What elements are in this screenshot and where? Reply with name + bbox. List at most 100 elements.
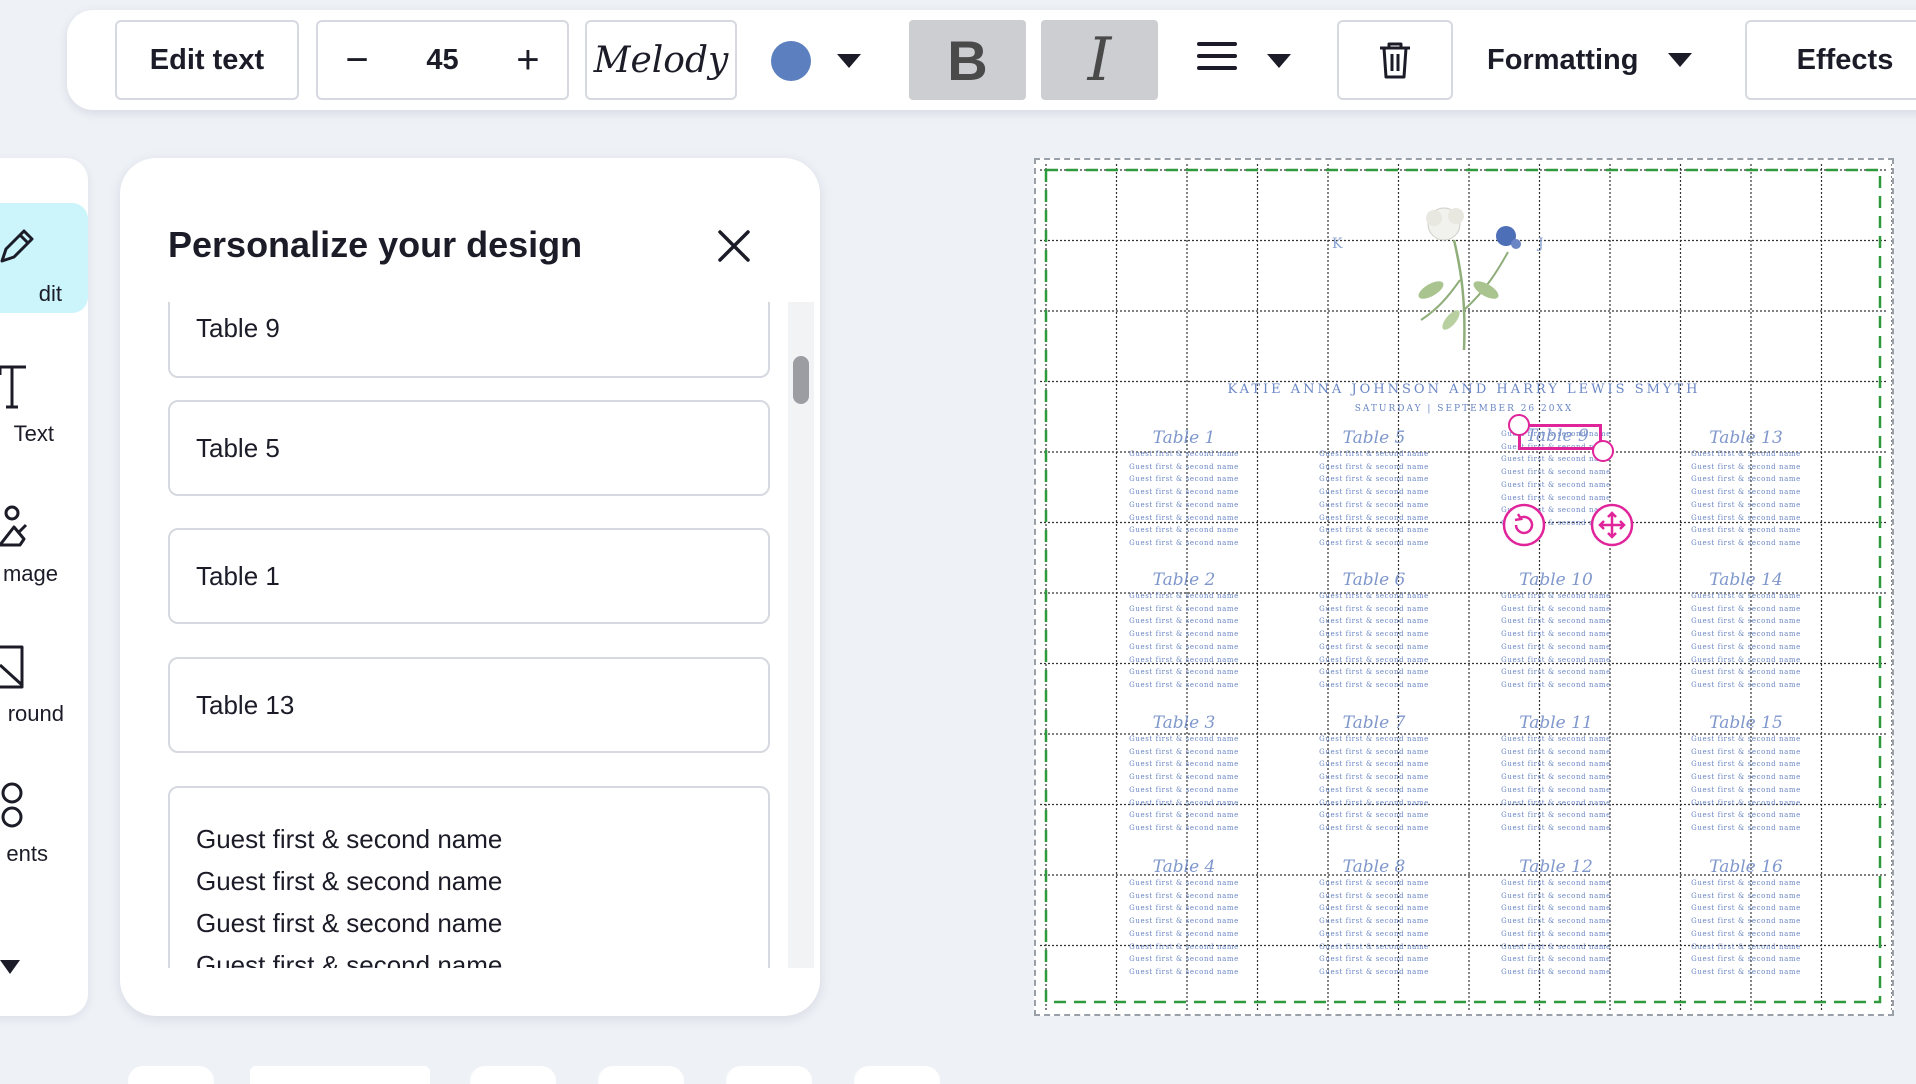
pencil-icon: [0, 229, 34, 263]
guest-name-line: Guest first & second name: [1129, 604, 1239, 613]
table-block[interactable]: Table 1 Guest first & second name Guest fi…: [1124, 428, 1244, 550]
guest-name-line: Guest first & second name: [1129, 773, 1239, 782]
guest-name-line: Guest first & second name: [1691, 513, 1801, 522]
table-block[interactable]: Table 5 Guest first & second name Guest fi…: [1314, 428, 1434, 550]
guest-name-line: Guest first & second name: [1691, 680, 1801, 689]
guest-name-line: Guest first & second name: [1129, 488, 1239, 497]
text-field-table-1[interactable]: Table 1: [168, 528, 770, 624]
guest-name-line: Guest first & second name: [1129, 668, 1239, 677]
elements-icon: [1, 782, 23, 828]
guest-name-line: Guest first & second name: [1129, 811, 1239, 820]
formatting-dropdown[interactable]: Formatting: [1487, 20, 1693, 100]
text-field-guest-list[interactable]: Guest first & second name Guest first & …: [168, 786, 770, 968]
bold-button[interactable]: B: [909, 20, 1026, 100]
scrollbar-thumb[interactable]: [793, 356, 809, 404]
table-title: Table 14: [1709, 570, 1783, 590]
increase-size-button[interactable]: +: [511, 40, 545, 80]
rotate-handle-icon[interactable]: [1502, 503, 1546, 547]
font-picker-button[interactable]: Melody: [585, 20, 737, 100]
table-block[interactable]: Table 12 Guest first & second name Guest f…: [1496, 857, 1616, 979]
guest-name-line: Guest first & second name: [1319, 462, 1429, 471]
table-title: Table 10: [1519, 570, 1593, 590]
guest-name-line: Guest first & second name: [1691, 760, 1801, 769]
table-title: Table 1: [1152, 428, 1216, 448]
selection-box[interactable]: [1518, 424, 1602, 450]
table-title: Table 5: [1342, 428, 1406, 448]
table-block[interactable]: Table 15 Guest first & second name Guest f…: [1686, 713, 1806, 835]
selection-handle-top-left[interactable]: [1508, 414, 1530, 436]
guest-name-line: Guest first & second name: [1501, 480, 1611, 489]
text-field-table-9[interactable]: Table 9: [168, 302, 770, 378]
guest-name-line: Guest first & second name: [1319, 904, 1429, 913]
guest-name-line: Guest first & second name: [1129, 929, 1239, 938]
zoom-control[interactable]: [128, 1066, 214, 1084]
effects-button[interactable]: Effects: [1745, 20, 1916, 100]
formatting-chevron-down-icon: [1668, 53, 1693, 67]
table-block[interactable]: Table 16 Guest first & second name Guest f…: [1686, 857, 1806, 979]
text-color-swatch[interactable]: [771, 41, 811, 81]
table-block[interactable]: Table 6 Guest first & second name Guest fi…: [1314, 570, 1434, 692]
panel-title: Personalize your design: [168, 224, 583, 265]
rail-item-edit[interactable]: dit: [0, 203, 88, 313]
guest-name-line: Guest first & second name: [1691, 798, 1801, 807]
rail-item-background[interactable]: round: [0, 623, 88, 733]
table-title: Table 15: [1709, 713, 1783, 733]
bottom-action-3[interactable]: [726, 1066, 812, 1084]
guest-name-line: Guest first & second name: [1501, 929, 1611, 938]
bottom-action-1[interactable]: [470, 1066, 556, 1084]
align-icon[interactable]: [1197, 42, 1237, 78]
design-canvas[interactable]: K J KATIE ANNA JOHNSON AND HARRY LEWIS S…: [1034, 158, 1894, 1016]
rail-item-text[interactable]: Text: [0, 343, 88, 453]
table-block[interactable]: Table 13 Guest first & second name Guest f…: [1686, 428, 1806, 550]
guest-name-line: Guest first & second name: [1501, 617, 1611, 626]
guest-name-line: Guest first & second name: [1691, 450, 1801, 458]
italic-button[interactable]: I: [1041, 20, 1158, 100]
guest-name-line: Guest first & second name: [1129, 747, 1239, 756]
table-block[interactable]: Table 3 Guest first & second name Guest fi…: [1124, 713, 1244, 835]
table-block[interactable]: Table 11 Guest first & second name Guest f…: [1496, 713, 1616, 835]
rail-item-elements[interactable]: ents: [0, 763, 88, 873]
guest-name-line: Guest first & second name: [1129, 942, 1239, 951]
table-block[interactable]: Table 10 Guest first & second name Guest f…: [1496, 570, 1616, 692]
guest-name-line: Guest first & second name: [1691, 811, 1801, 820]
guest-name-line: Guest first & second name: [1129, 592, 1239, 600]
table-block[interactable]: Table 7 Guest first & second name Guest fi…: [1314, 713, 1434, 835]
guest-name-line: Guest first & second name: [1319, 760, 1429, 769]
table-block[interactable]: Table 4 Guest first & second name Guest fi…: [1124, 857, 1244, 979]
trash-icon: [1380, 42, 1410, 79]
selection-handle-bottom-right[interactable]: [1592, 440, 1614, 462]
edit-text-button[interactable]: Edit text: [115, 20, 299, 100]
guest-name-line: Guest first & second name: [1129, 617, 1239, 626]
guest-name-line: Guest first & second name: [1129, 917, 1239, 926]
panel-scrollbar[interactable]: [788, 302, 814, 968]
table-block[interactable]: Table 14 Guest first & second name Guest f…: [1686, 570, 1806, 692]
table-block[interactable]: Table 8 Guest first & second name Guest fi…: [1314, 857, 1434, 979]
rail-more-chevron-icon[interactable]: [0, 960, 20, 974]
guest-name-line: Guest first & second name: [1691, 904, 1801, 913]
bottom-action-4[interactable]: [854, 1066, 940, 1084]
guest-name-line: Guest first & second name: [1129, 630, 1239, 639]
guest-name-line: Guest first & second name: [1691, 735, 1801, 743]
close-icon[interactable]: [712, 224, 756, 268]
delete-button[interactable]: [1337, 20, 1453, 100]
move-handle-icon[interactable]: [1590, 503, 1634, 547]
page-control[interactable]: [250, 1066, 430, 1084]
align-chevron-down-icon[interactable]: [1267, 54, 1291, 68]
guest-name-line: Guest first & second name: [1129, 513, 1239, 522]
text-field-table-13[interactable]: Table 13: [168, 657, 770, 753]
text-field-table-5[interactable]: Table 5: [168, 400, 770, 496]
guest-name-line: Guest first & second name: [1501, 891, 1611, 900]
table-block[interactable]: Table 2 Guest first & second name Guest fi…: [1124, 570, 1244, 692]
rail-item-image[interactable]: mage: [0, 483, 88, 593]
guest-name-line: Guest first & second name: [1129, 680, 1239, 689]
table-title: Table 6: [1342, 570, 1406, 590]
guest-name-line: Guest first & second name: [1129, 538, 1239, 547]
field-list: Table 9 Table 5 Table 1 Table 13 Guest f…: [120, 302, 820, 968]
color-chevron-down-icon[interactable]: [837, 54, 861, 68]
font-size-value[interactable]: 45: [426, 44, 458, 77]
decrease-size-button[interactable]: −: [340, 40, 374, 80]
table-title: Table 12: [1519, 857, 1593, 877]
guest-name-line: Guest first & second name: [1501, 967, 1611, 976]
guest-name-line: Guest first & second name: [1319, 747, 1429, 756]
bottom-action-2[interactable]: [598, 1066, 684, 1084]
